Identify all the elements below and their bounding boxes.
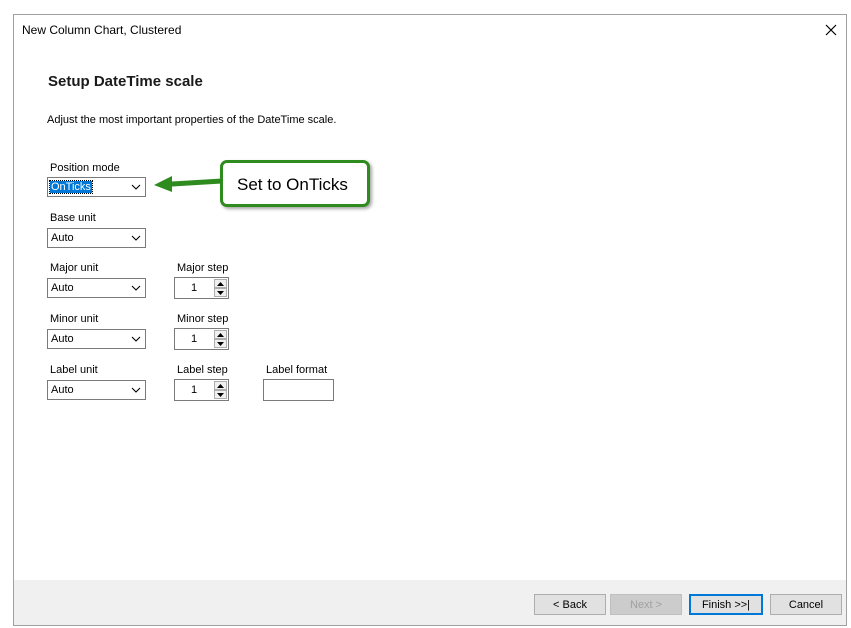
- base-unit-value: Auto: [51, 232, 74, 244]
- next-button[interactable]: Next >: [610, 594, 682, 615]
- label-format-input[interactable]: [263, 379, 334, 401]
- cancel-button[interactable]: Cancel: [770, 594, 842, 615]
- caret-up-icon: [217, 383, 224, 388]
- spin-down-button[interactable]: [214, 288, 227, 297]
- spin-up-button[interactable]: [214, 330, 227, 339]
- position-mode-value: OnTicks: [49, 180, 93, 194]
- major-step-value: 1: [190, 282, 198, 294]
- window-title: New Column Chart, Clustered: [22, 23, 182, 37]
- chevron-down-icon: [131, 235, 141, 241]
- label-step-label: Label step: [177, 364, 228, 376]
- chevron-down-icon: [131, 387, 141, 393]
- caret-up-icon: [217, 281, 224, 286]
- caret-down-icon: [217, 392, 224, 397]
- major-unit-label: Major unit: [50, 262, 99, 274]
- page-heading: Setup DateTime scale: [48, 73, 203, 90]
- finish-button[interactable]: Finish >>|: [689, 594, 763, 615]
- minor-step-label: Minor step: [177, 313, 229, 325]
- minor-step-value: 1: [190, 333, 198, 345]
- base-unit-select[interactable]: Auto: [47, 228, 146, 248]
- label-format-label: Label format: [266, 364, 328, 376]
- major-step-spinner[interactable]: 1: [174, 277, 229, 299]
- spin-up-button[interactable]: [214, 279, 227, 288]
- minor-step-spinner[interactable]: 1: [174, 328, 229, 350]
- caret-down-icon: [217, 341, 224, 346]
- chevron-down-icon: [131, 336, 141, 342]
- minor-unit-value: Auto: [51, 333, 74, 345]
- annotation-arrow: [154, 176, 224, 192]
- back-button[interactable]: < Back: [534, 594, 606, 615]
- chevron-down-icon: [131, 184, 141, 190]
- close-button[interactable]: [816, 15, 846, 45]
- label-unit-select[interactable]: Auto: [47, 380, 146, 400]
- caret-down-icon: [217, 290, 224, 295]
- base-unit-label: Base unit: [50, 212, 96, 224]
- label-step-value: 1: [190, 384, 198, 396]
- label-unit-value: Auto: [51, 384, 74, 396]
- position-mode-select[interactable]: OnTicks: [47, 177, 146, 197]
- label-unit-label: Label unit: [50, 364, 98, 376]
- spin-down-button[interactable]: [214, 339, 227, 348]
- dialog-footer: < Back Next > Finish >>| Cancel: [14, 580, 846, 625]
- dialog-window: New Column Chart, Clustered Setup DateTi…: [13, 14, 847, 626]
- minor-unit-label: Minor unit: [50, 313, 99, 325]
- chevron-down-icon: [131, 285, 141, 291]
- close-icon: [825, 24, 837, 36]
- label-step-spinner[interactable]: 1: [174, 379, 229, 401]
- page-description: Adjust the most important properties of …: [47, 114, 337, 126]
- major-step-label: Major step: [177, 262, 229, 274]
- spin-down-button[interactable]: [214, 390, 227, 399]
- major-unit-value: Auto: [51, 282, 74, 294]
- major-unit-select[interactable]: Auto: [47, 278, 146, 298]
- minor-unit-select[interactable]: Auto: [47, 329, 146, 349]
- caret-up-icon: [217, 332, 224, 337]
- annotation-callout: Set to OnTicks: [220, 160, 370, 207]
- spin-up-button[interactable]: [214, 381, 227, 390]
- annotation-text: Set to OnTicks: [237, 175, 348, 194]
- title-bar: New Column Chart, Clustered: [14, 15, 846, 45]
- position-mode-label: Position mode: [50, 162, 120, 174]
